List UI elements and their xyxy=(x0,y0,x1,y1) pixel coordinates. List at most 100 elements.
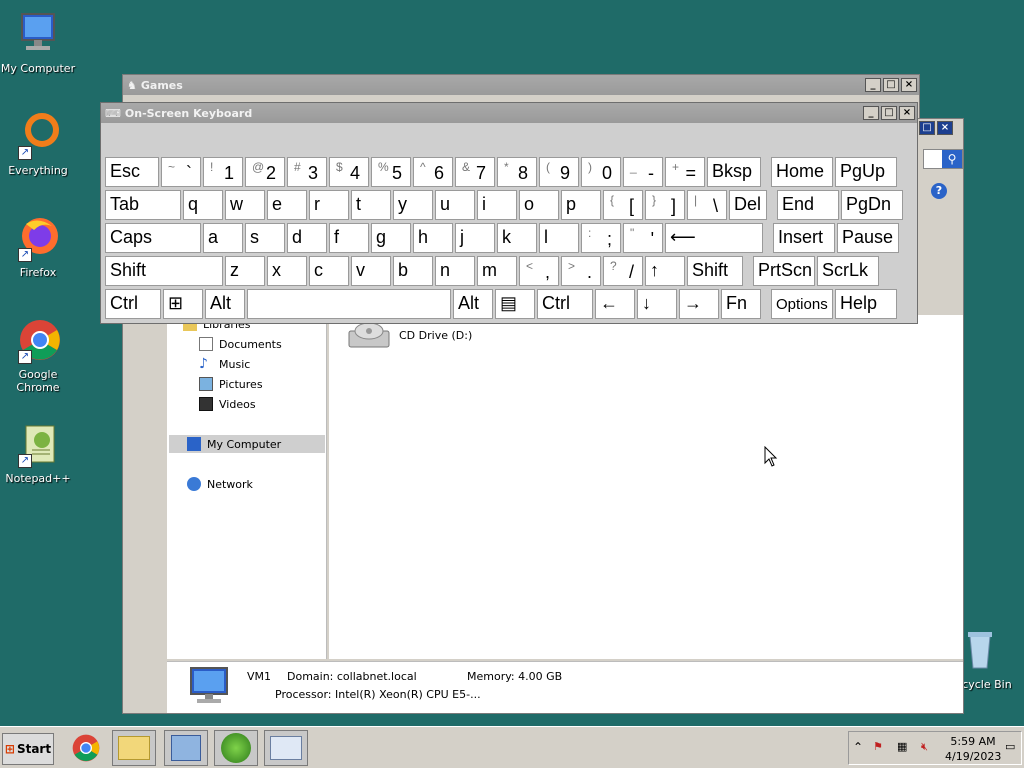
key[interactable]: ScrLk xyxy=(817,256,879,286)
key[interactable]: }] xyxy=(645,190,685,220)
minimize-button[interactable]: _ xyxy=(865,78,881,92)
key[interactable]: ← xyxy=(595,289,635,319)
show-desktop-icon[interactable]: ▭ xyxy=(1005,740,1015,753)
key[interactable]: Help xyxy=(835,289,897,319)
key[interactable]: f xyxy=(329,223,369,253)
volume-muted-icon[interactable]: 🔇︎ xyxy=(921,740,928,754)
key[interactable]: ) 0 xyxy=(581,157,621,187)
key[interactable]: j xyxy=(455,223,495,253)
nav-item-videos[interactable]: Videos xyxy=(199,395,256,413)
taskbar-windows-logo[interactable] xyxy=(214,730,258,766)
maximize-button[interactable]: □ xyxy=(883,78,899,92)
key[interactable]: m xyxy=(477,256,517,286)
key[interactable]: k xyxy=(497,223,537,253)
key[interactable]: Home xyxy=(771,157,833,187)
key[interactable]: w xyxy=(225,190,265,220)
nav-item-pictures[interactable]: Pictures xyxy=(199,375,263,393)
close-button[interactable]: × xyxy=(937,121,953,135)
key[interactable]: Alt xyxy=(453,289,493,319)
key[interactable]: l xyxy=(539,223,579,253)
osk-titlebar[interactable]: ⌨ On-Screen Keyboard _ □ × xyxy=(101,103,917,123)
key[interactable]: PgDn xyxy=(841,190,903,220)
key[interactable]: t xyxy=(351,190,391,220)
key[interactable]: <, xyxy=(519,256,559,286)
key[interactable]: ! 1 xyxy=(203,157,243,187)
maximize-button[interactable]: □ xyxy=(881,106,897,120)
key[interactable]: Shift xyxy=(687,256,743,286)
key[interactable]: PgUp xyxy=(835,157,897,187)
key[interactable]: Insert xyxy=(773,223,835,253)
key[interactable]: ⟵ xyxy=(665,223,763,253)
taskbar-explorer[interactable] xyxy=(112,730,156,766)
games-titlebar[interactable]: ♞ Games _ □ × xyxy=(123,75,919,95)
key[interactable]: (9 xyxy=(539,157,579,187)
key[interactable]: PrtScn xyxy=(753,256,815,286)
key[interactable]: Options xyxy=(771,289,833,319)
chevron-up-icon[interactable]: ⌃ xyxy=(853,740,863,754)
key[interactable]: Ctrl xyxy=(105,289,161,319)
taskbar-osk[interactable] xyxy=(264,730,308,766)
search-icon[interactable]: ⚲ xyxy=(942,150,962,168)
key[interactable]: z xyxy=(225,256,265,286)
key[interactable]: ? / xyxy=(603,256,643,286)
key[interactable]: Tab xyxy=(105,190,181,220)
key[interactable]: x xyxy=(267,256,307,286)
maximize-button[interactable]: □ xyxy=(919,121,935,135)
key[interactable]: c xyxy=(309,256,349,286)
key[interactable]: q xyxy=(183,190,223,220)
explorer-titlebar[interactable]: □ × xyxy=(919,121,955,139)
key[interactable]: Pause xyxy=(837,223,899,253)
clock[interactable]: 5:59 AM 4/19/2023 xyxy=(945,734,1001,764)
key[interactable]: + = xyxy=(665,157,705,187)
key[interactable]: → xyxy=(679,289,719,319)
key[interactable]: e xyxy=(267,190,307,220)
key[interactable]: & 7 xyxy=(455,157,495,187)
key[interactable]: $4 xyxy=(329,157,369,187)
key[interactable]: u xyxy=(435,190,475,220)
flag-icon[interactable]: ⚑ xyxy=(873,740,883,753)
key[interactable]: #3 xyxy=(287,157,327,187)
key[interactable]: ↓ xyxy=(637,289,677,319)
key[interactable]: Ctrl xyxy=(537,289,593,319)
key[interactable]: s xyxy=(245,223,285,253)
minimize-button[interactable]: _ xyxy=(863,106,879,120)
taskbar-chrome[interactable] xyxy=(64,730,108,766)
key[interactable]: a xyxy=(203,223,243,253)
key[interactable]: o xyxy=(519,190,559,220)
desktop-icon-notepad-plus-plus[interactable]: ↗ Notepad++ xyxy=(0,420,78,485)
key[interactable]: d xyxy=(287,223,327,253)
key[interactable]: " ' xyxy=(623,223,663,253)
on-screen-keyboard-window[interactable]: ⌨ On-Screen Keyboard _ □ × Esc ~ `! 1 @2 #3 $4… xyxy=(100,102,918,324)
key[interactable]: {[ xyxy=(603,190,643,220)
key[interactable]: End xyxy=(777,190,839,220)
key[interactable]: * 8 xyxy=(497,157,537,187)
key[interactable]: % 5 xyxy=(371,157,411,187)
key[interactable]: b xyxy=(393,256,433,286)
key[interactable]: h xyxy=(413,223,453,253)
desktop-icon-google-chrome[interactable]: ↗ Google Chrome xyxy=(0,316,78,394)
network-tray-icon[interactable]: ▦ xyxy=(897,740,907,753)
key[interactable]: i xyxy=(477,190,517,220)
key[interactable]: n xyxy=(435,256,475,286)
nav-item-my-computer[interactable]: My Computer xyxy=(169,435,325,453)
key[interactable]: >. xyxy=(561,256,601,286)
key[interactable]: ↑ xyxy=(645,256,685,286)
desktop-icon-my-computer[interactable]: My Computer xyxy=(0,10,78,75)
key[interactable]: p xyxy=(561,190,601,220)
key[interactable]: ^ 6 xyxy=(413,157,453,187)
key[interactable]: Del xyxy=(729,190,767,220)
close-button[interactable]: × xyxy=(901,78,917,92)
key[interactable]: Bksp xyxy=(707,157,761,187)
help-icon[interactable]: ? xyxy=(931,183,947,199)
key[interactable]: r xyxy=(309,190,349,220)
start-button[interactable]: ⊞ Start xyxy=(2,733,54,765)
key[interactable]: Fn xyxy=(721,289,761,319)
key[interactable]: _ - xyxy=(623,157,663,187)
key[interactable]: ~ ` xyxy=(161,157,201,187)
key[interactable]: g xyxy=(371,223,411,253)
search-field[interactable]: ⚲ xyxy=(923,149,963,169)
key[interactable]: @2 xyxy=(245,157,285,187)
key[interactable]: Esc xyxy=(105,157,159,187)
key[interactable]: ▤ xyxy=(495,289,535,319)
key[interactable]: Caps xyxy=(105,223,201,253)
